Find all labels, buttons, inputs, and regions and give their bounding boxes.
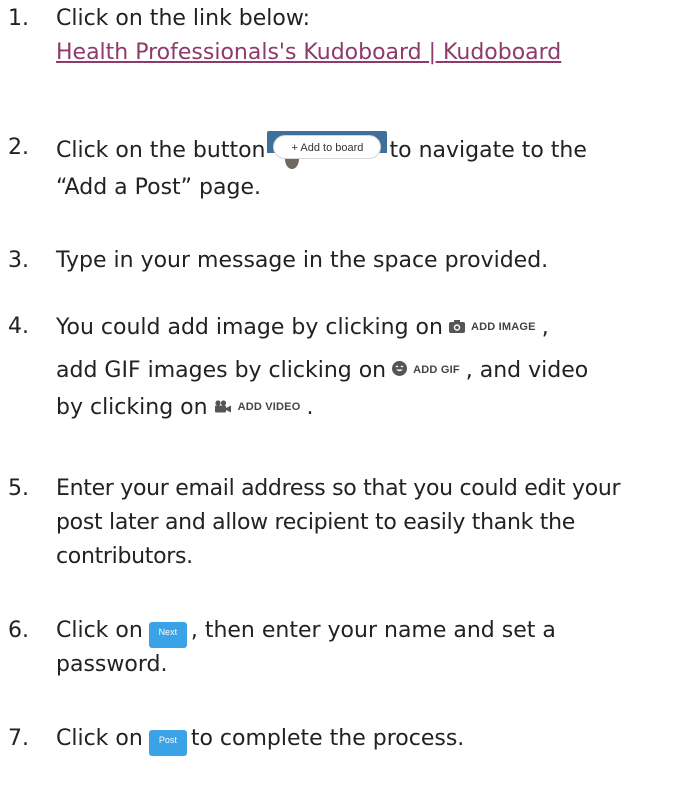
add-gif-label: ADD GIF bbox=[413, 364, 460, 376]
video-camera-icon bbox=[214, 393, 232, 427]
step-number: 6. bbox=[8, 618, 29, 643]
step-5-line-3: contributors. bbox=[56, 544, 193, 569]
step-text: Click on Post to complete the process. bbox=[56, 722, 666, 756]
step-7-text-after: to complete the process. bbox=[190, 726, 465, 751]
step-3-line: Type in your message in the space provid… bbox=[56, 248, 549, 273]
step-number: 5. bbox=[8, 476, 29, 501]
step-4-text: You could add image by clicking on bbox=[56, 315, 443, 340]
step-number: 4. bbox=[8, 314, 29, 339]
step-text: You could add image by clicking on ADD IM… bbox=[56, 310, 666, 427]
post-button[interactable]: Post bbox=[148, 730, 187, 756]
step-4-text: . bbox=[306, 395, 314, 420]
step-number: 3. bbox=[8, 248, 29, 273]
add-video-label: ADD VIDEO bbox=[237, 401, 301, 413]
step-7-text-before: Click on bbox=[56, 726, 143, 751]
step-text: Click on the button + Add to board to na… bbox=[56, 131, 666, 205]
smiley-icon bbox=[392, 356, 408, 390]
step-5-line-1: Enter your email address so that you cou… bbox=[56, 476, 621, 501]
add-gif-button[interactable]: ADD GIF bbox=[392, 353, 460, 390]
step-text: Click on the link below: Health Professi… bbox=[56, 2, 666, 70]
step-5-line-2: post later and allow recipient to easily… bbox=[56, 510, 575, 535]
camera-icon bbox=[448, 313, 465, 347]
step-2-text-after: to navigate to the bbox=[389, 138, 587, 163]
add-to-board-button[interactable]: + Add to board bbox=[267, 131, 388, 171]
step-6-text-before: Click on bbox=[56, 618, 143, 643]
step-6-text-after: , then enter your name and set a bbox=[190, 618, 556, 643]
step-text: Enter your email address so that you cou… bbox=[56, 472, 666, 574]
step-1-line: Click on the link below: bbox=[56, 6, 311, 31]
step-number: 2. bbox=[8, 135, 29, 160]
add-image-label: ADD IMAGE bbox=[470, 321, 536, 333]
add-video-button[interactable]: ADD VIDEO bbox=[214, 390, 301, 427]
step-4-text: add GIF images by clicking on bbox=[56, 358, 387, 383]
step-text: Click on Next, then enter your name and s… bbox=[56, 614, 666, 682]
step-text: Type in your message in the space provid… bbox=[56, 244, 666, 278]
add-image-button[interactable]: ADD IMAGE bbox=[448, 310, 536, 347]
kudoboard-link[interactable]: Health Professionals's Kudoboard | Kudob… bbox=[56, 40, 561, 65]
step-number: 7. bbox=[8, 726, 29, 751]
step-2-line-2: “Add a Post” page. bbox=[56, 175, 261, 200]
step-4-text: by clicking on bbox=[56, 395, 208, 420]
instructions-document: 1. Click on the link below: Health Profe… bbox=[0, 0, 683, 786]
step-6-line-2: password. bbox=[56, 652, 168, 677]
step-2-text-before: Click on the button bbox=[56, 138, 266, 163]
step-number: 1. bbox=[8, 6, 29, 31]
step-4-punct: , bbox=[541, 315, 549, 340]
next-button[interactable]: Next bbox=[148, 622, 187, 648]
step-4-text: , and video bbox=[465, 358, 589, 383]
add-to-board-label: + Add to board bbox=[273, 135, 382, 159]
